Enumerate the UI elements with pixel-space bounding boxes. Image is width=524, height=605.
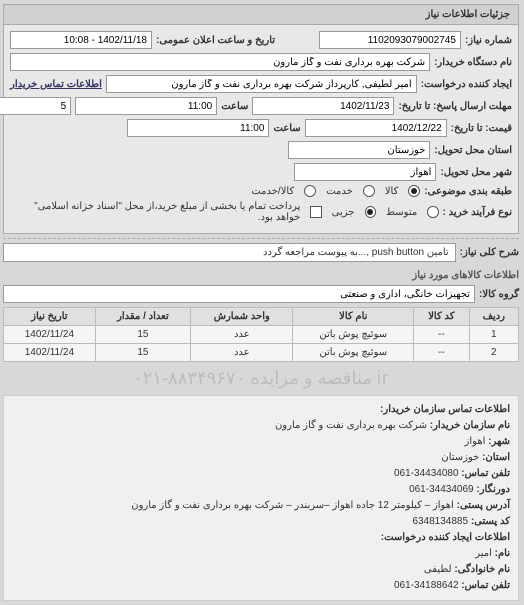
radio-both-label: کالا/خدمت <box>252 186 295 197</box>
contact-info-block: اطلاعات تماس سازمان خریدار: نام سازمان خ… <box>4 395 520 601</box>
reply-date-field[interactable] <box>253 97 395 115</box>
radio-goods[interactable] <box>409 185 421 197</box>
info-fax-value: 34434069-061 <box>410 484 475 495</box>
info-province-value: خوزستان <box>442 452 480 463</box>
radio-service-label: خدمت <box>327 186 354 197</box>
days-remaining-field[interactable] <box>0 97 72 115</box>
buyer-org-label: نام دستگاه خریدار: <box>435 57 513 68</box>
need-title-box: تامین push button ,...به پیوست مراجعه گر… <box>4 243 457 262</box>
th-date: تاریخ نیاز <box>5 308 97 326</box>
validity-date-field[interactable] <box>306 119 448 137</box>
request-no-label: شماره نیاز: <box>466 35 513 46</box>
th-code: کد کالا <box>415 308 471 326</box>
reply-time-field[interactable] <box>76 97 218 115</box>
cell-row: 1 <box>470 326 519 344</box>
subject-radio-group: کالا خدمت کالا/خدمت <box>252 185 421 197</box>
info-name-label: نام: <box>496 548 511 559</box>
process-type-label: نوع فرآیند خرید : <box>444 207 513 218</box>
goods-info-title: اطلاعات کالاهای مورد نیاز <box>4 270 520 281</box>
cell-name: سوئیچ پوش باتن <box>294 344 415 362</box>
validity-time-field[interactable] <box>128 119 270 137</box>
buyer-org-field[interactable] <box>11 53 431 71</box>
th-qty: تعداد / مقدار <box>96 308 191 326</box>
province-field[interactable] <box>289 141 431 159</box>
creator-label: ایجاد کننده درخواست: <box>422 79 513 90</box>
cell-code: -- <box>415 326 471 344</box>
radio-goods-label: کالا <box>386 186 400 197</box>
radio-partial[interactable] <box>366 206 377 218</box>
info-surname-label: نام خانوادگی: <box>455 564 511 575</box>
info-city-value: اهواز <box>466 436 487 447</box>
subject-group-label: طبقه بندی موضوعی: <box>425 186 513 197</box>
cell-qty: 15 <box>96 326 191 344</box>
info-surname-value: لطیفی <box>425 564 453 575</box>
province-label: استان محل تحویل: <box>435 145 513 156</box>
goods-group-field[interactable] <box>4 285 476 303</box>
creator-field[interactable] <box>107 75 418 93</box>
reply-deadline-label: مهلت ارسال پاسخ: تا تاریخ: <box>399 101 513 112</box>
need-title-label: شرح کلی نیاز: <box>461 247 520 258</box>
radio-medium[interactable] <box>428 206 439 218</box>
process-radio-group: متوسط جزیی پرداخت تمام یا بخشی از مبلغ خ… <box>11 201 440 223</box>
info-cphone-label: تلفن تماس: <box>462 580 511 591</box>
goods-table: ردیف کد کالا نام کالا واحد شمارش تعداد /… <box>4 307 520 362</box>
table-header-row: ردیف کد کالا نام کالا واحد شمارش تعداد /… <box>5 308 520 326</box>
cell-qty: 15 <box>96 344 191 362</box>
th-unit: واحد شمارش <box>192 308 294 326</box>
table-row[interactable]: 1 -- سوئیچ پوش باتن عدد 15 1402/11/24 <box>5 326 520 344</box>
th-row: ردیف <box>470 308 519 326</box>
validity-label: قیمت: تا تاریخ: <box>452 123 513 134</box>
cell-unit: عدد <box>192 344 294 362</box>
cell-date: 1402/11/24 <box>5 326 97 344</box>
cell-unit: عدد <box>192 326 294 344</box>
info-phone-value: 34434080-061 <box>395 468 460 479</box>
details-panel: جزئیات اطلاعات نیاز شماره نیاز: تاریخ و … <box>4 4 520 234</box>
panel-title: جزئیات اطلاعات نیاز <box>5 5 519 25</box>
radio-medium-label: متوسط <box>387 207 418 218</box>
treasury-checkbox[interactable] <box>311 206 322 218</box>
info-city-label: شهر: <box>489 436 511 447</box>
org-name-label: نام سازمان خریدار: <box>431 420 511 431</box>
cell-row: 2 <box>470 344 519 362</box>
info-address-label: آدرس پستی: <box>458 500 511 511</box>
announce-dt-field[interactable] <box>11 31 153 49</box>
radio-partial-label: جزیی <box>333 207 356 218</box>
org-name-value: شرکت بهره برداری نفت و گاز مارون <box>276 420 428 431</box>
time-label-1: ساعت <box>222 101 249 112</box>
info-fax-label: دورنگار: <box>477 484 511 495</box>
buyer-contact-link[interactable]: اطلاعات تماس خریدار <box>11 79 103 90</box>
watermark: ۰۲۱-۸۸۳۴۹۶۷۰ مناقصه و مزایده ir <box>0 366 524 391</box>
radio-both[interactable] <box>305 185 317 197</box>
info-cphone-value: 34188642-061 <box>395 580 460 591</box>
info-phone-label: تلفن تماس: <box>462 468 511 479</box>
cell-code: -- <box>415 344 471 362</box>
info-title: اطلاعات تماس سازمان خریدار: <box>13 402 511 418</box>
table-row[interactable]: 2 -- سوئیچ پوش باتن عدد 15 1402/11/24 <box>5 344 520 362</box>
info-postal-value: 6348134885 <box>413 516 469 527</box>
info-address-value: اهواز – کیلومتر 12 جاده اهواز –سربندر – … <box>132 500 455 511</box>
info-postal-label: کد پستی: <box>472 516 511 527</box>
process-note: پرداخت تمام یا بخشی از مبلغ خرید،از محل … <box>11 201 301 223</box>
request-no-field[interactable] <box>320 31 462 49</box>
radio-service[interactable] <box>364 185 376 197</box>
separator <box>4 238 520 239</box>
cell-name: سوئیچ پوش باتن <box>294 326 415 344</box>
city-field[interactable] <box>295 163 437 181</box>
announce-dt-label: تاریخ و ساعت اعلان عمومی: <box>157 35 276 46</box>
time-label-2: ساعت <box>274 123 301 134</box>
cell-date: 1402/11/24 <box>5 344 97 362</box>
th-name: نام کالا <box>294 308 415 326</box>
info-name-value: امیر <box>476 548 493 559</box>
info-province-label: استان: <box>483 452 511 463</box>
goods-group-label: گروه کالا: <box>480 289 520 300</box>
city-label: شهر محل تحویل: <box>441 167 513 178</box>
creator-info-title: اطلاعات ایجاد کننده درخواست: <box>13 530 511 546</box>
